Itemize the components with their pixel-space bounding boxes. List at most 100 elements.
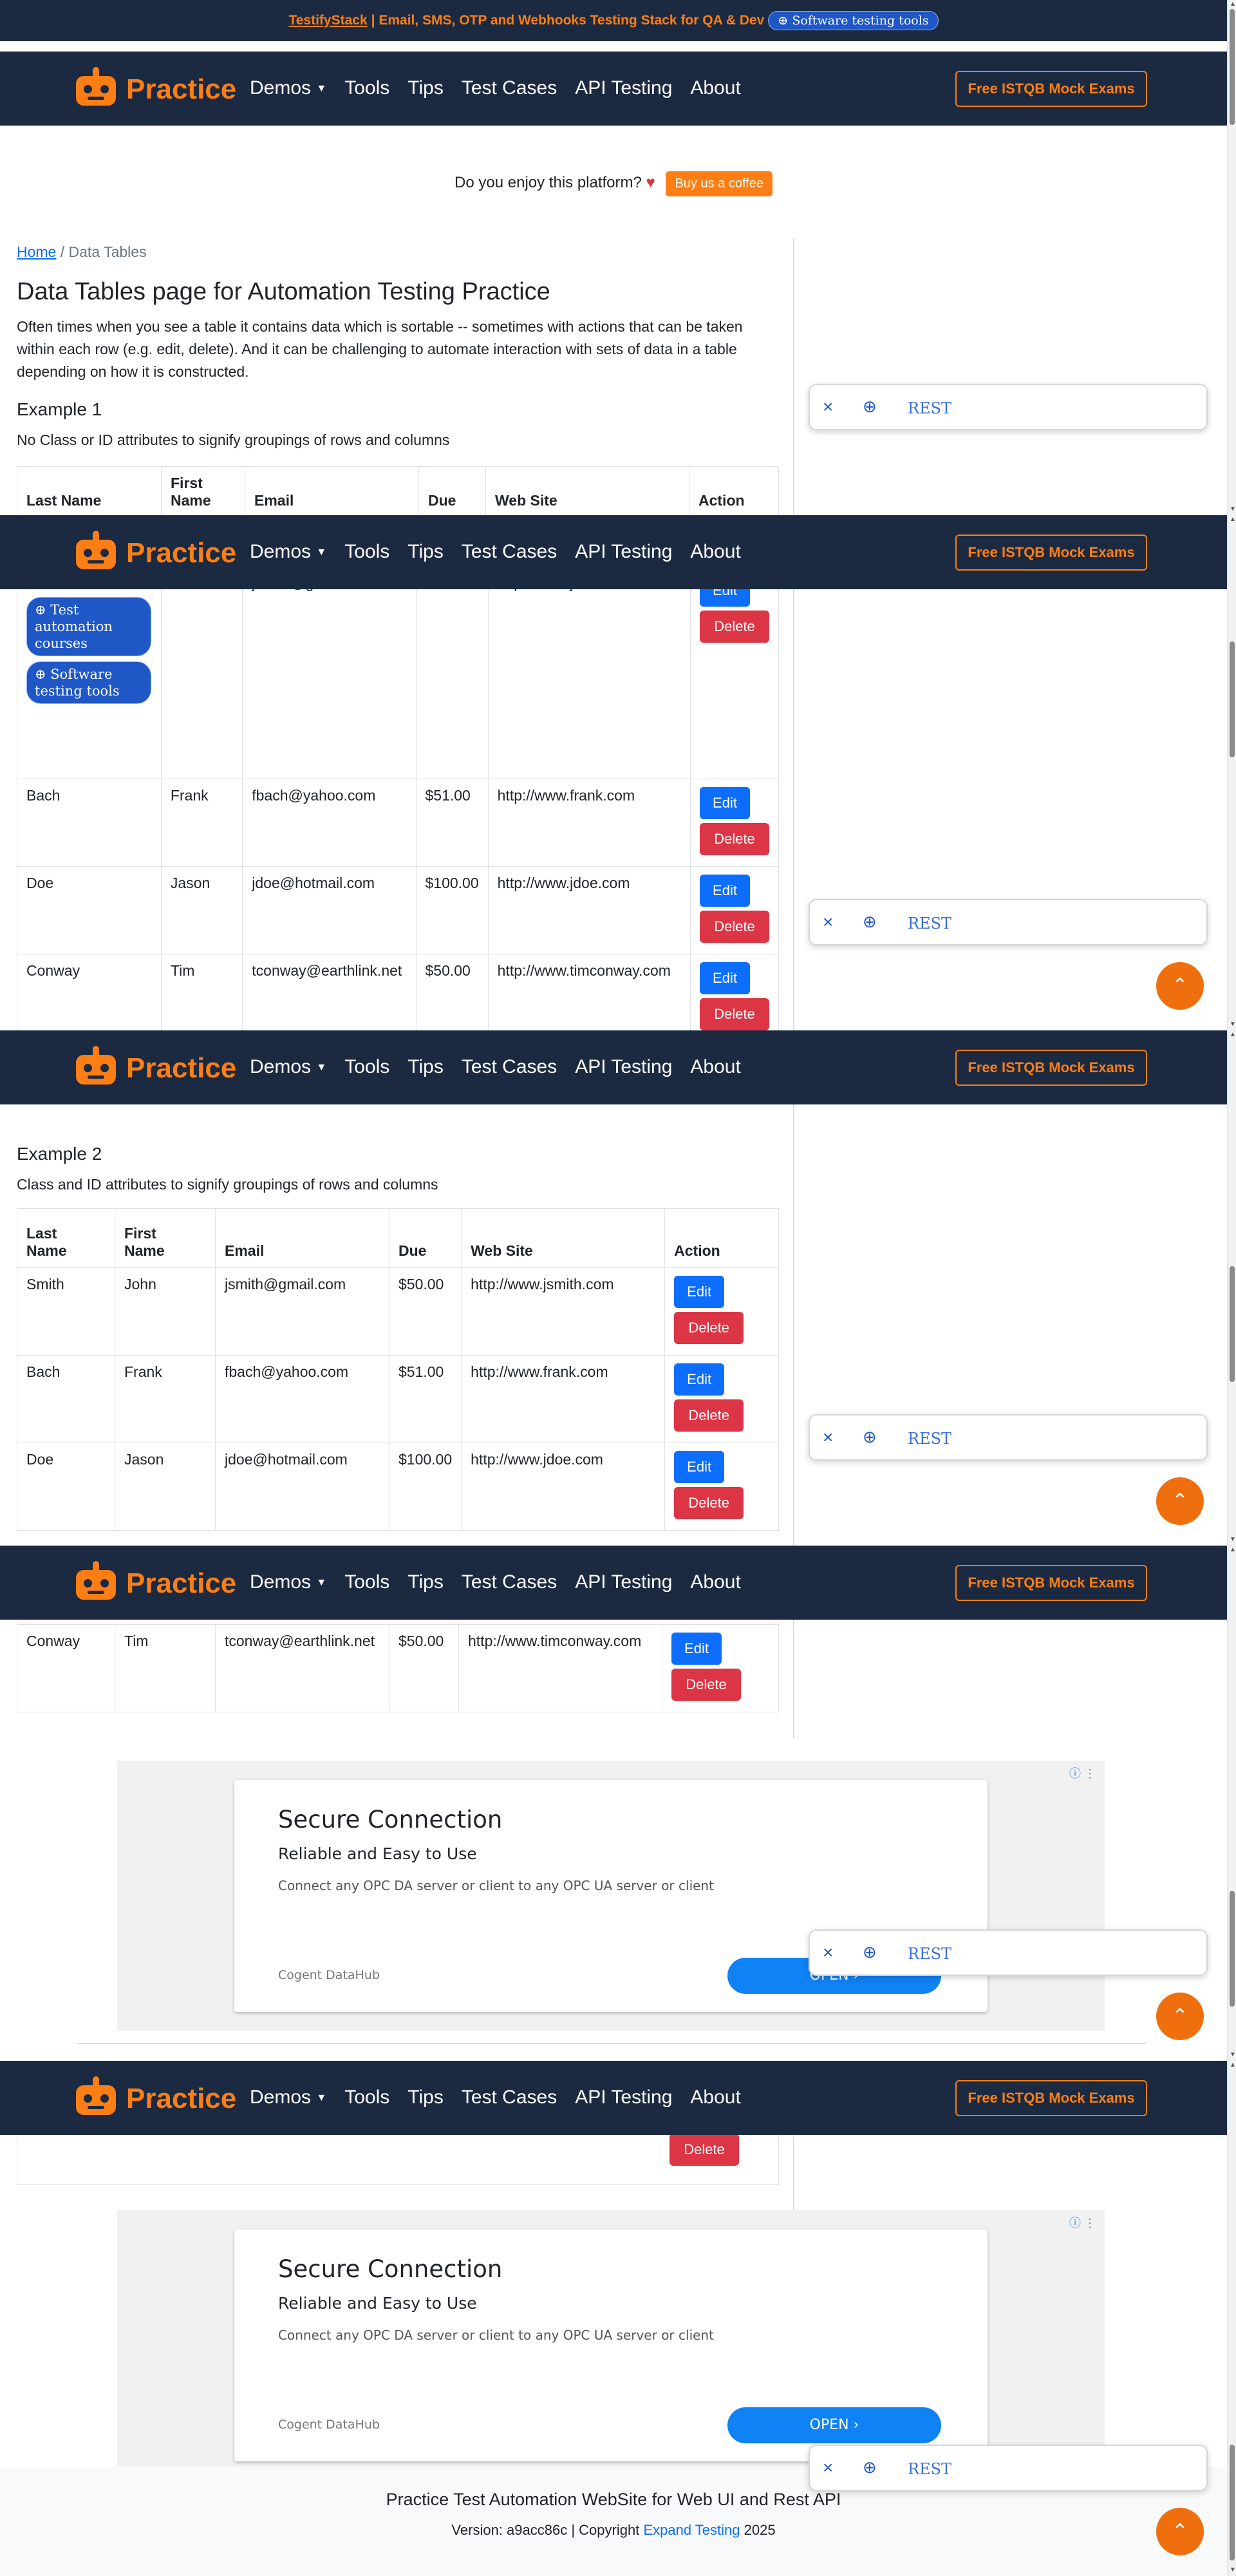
brand-name[interactable]: Practice bbox=[126, 1052, 236, 1084]
scroll-top-button[interactable]: ⌃ bbox=[1156, 1477, 1204, 1525]
nav-tips[interactable]: Tips bbox=[407, 541, 444, 563]
nav-about[interactable]: About bbox=[690, 541, 740, 563]
nav-api-testing[interactable]: API Testing bbox=[575, 77, 672, 99]
ad-card[interactable]: Secure Connection Reliable and Easy to U… bbox=[234, 1780, 988, 2012]
plus-icon[interactable]: ⊕ bbox=[863, 1942, 877, 1962]
plus-icon[interactable]: ⊕ bbox=[863, 1427, 877, 1447]
col-action[interactable]: Action bbox=[689, 466, 779, 515]
ad-card[interactable]: Secure Connection Reliable and Easy to U… bbox=[234, 2230, 988, 2461]
istqb-button[interactable]: Free ISTQB Mock Exams bbox=[955, 71, 1147, 107]
nav-test-cases[interactable]: Test Cases bbox=[462, 77, 557, 99]
edit-button[interactable]: Edit bbox=[700, 875, 750, 907]
delete-button[interactable]: Delete bbox=[700, 611, 769, 643]
edit-button[interactable]: Edit bbox=[671, 1633, 722, 1665]
brand-name[interactable]: Practice bbox=[126, 1567, 236, 1600]
nav-tips[interactable]: Tips bbox=[407, 2087, 444, 2108]
nav-tools[interactable]: Tools bbox=[344, 77, 389, 99]
nav-api-testing[interactable]: API Testing bbox=[575, 541, 672, 563]
scrollbar[interactable]: ▲ ▼ bbox=[1227, 1030, 1236, 1546]
delete-button[interactable]: Delete bbox=[700, 823, 769, 855]
ad-info-icon[interactable]: ⓘ ⋮ bbox=[1069, 1765, 1096, 1781]
scroll-top-button[interactable]: ⌃ bbox=[1156, 1993, 1204, 2040]
nav-api-testing[interactable]: API Testing bbox=[575, 1056, 672, 1078]
nav-tools[interactable]: Tools bbox=[344, 541, 389, 563]
testifystack-link[interactable]: TestifyStack bbox=[288, 13, 367, 28]
scrollbar[interactable]: ▲ ▼ bbox=[1227, 2061, 1236, 2576]
delete-button[interactable]: Delete bbox=[670, 2134, 739, 2166]
col-first-name[interactable]: First Name bbox=[161, 466, 245, 515]
software-tools-pill[interactable]: ⊕ Software testing tools bbox=[768, 11, 939, 30]
ad-open-button[interactable]: OPEN › bbox=[727, 2407, 941, 2443]
ad-info-icon[interactable]: ⓘ ⋮ bbox=[1069, 2214, 1096, 2231]
col-website[interactable]: Web Site bbox=[461, 1208, 666, 1268]
chat-widget[interactable]: × ⊕ REST bbox=[809, 1414, 1208, 1461]
nav-about[interactable]: About bbox=[690, 2087, 740, 2108]
nav-tools[interactable]: Tools bbox=[344, 1056, 389, 1078]
delete-button[interactable]: Delete bbox=[700, 998, 769, 1030]
istqb-button[interactable]: Free ISTQB Mock Exams bbox=[955, 1050, 1147, 1086]
edit-button[interactable]: Edit bbox=[700, 962, 750, 994]
chat-widget[interactable]: × ⊕ REST bbox=[809, 2445, 1208, 2491]
nav-demos[interactable]: Demos ▼ bbox=[250, 1056, 326, 1078]
robot-logo-icon[interactable] bbox=[73, 2076, 120, 2117]
delete-button[interactable]: Delete bbox=[671, 1669, 741, 1701]
edit-button[interactable]: Edit bbox=[700, 787, 750, 819]
nav-tools[interactable]: Tools bbox=[344, 1571, 389, 1593]
istqb-button[interactable]: Free ISTQB Mock Exams bbox=[955, 1565, 1147, 1601]
delete-button[interactable]: Delete bbox=[674, 1312, 744, 1344]
nav-about[interactable]: About bbox=[690, 77, 740, 99]
scroll-top-button[interactable]: ⌃ bbox=[1156, 962, 1204, 1010]
expand-testing-link[interactable]: Expand Testing bbox=[643, 2522, 740, 2538]
test-automation-courses-pill[interactable]: ⊕ Test automation courses bbox=[26, 597, 151, 656]
nav-test-cases[interactable]: Test Cases bbox=[462, 1571, 557, 1593]
nav-test-cases[interactable]: Test Cases bbox=[462, 1056, 557, 1078]
close-icon[interactable]: × bbox=[823, 1942, 833, 1963]
col-due[interactable]: Due bbox=[418, 466, 486, 515]
brand-name[interactable]: Practice bbox=[126, 73, 236, 106]
brand-name[interactable]: Practice bbox=[126, 537, 236, 569]
delete-button[interactable]: Delete bbox=[700, 911, 769, 943]
nav-api-testing[interactable]: API Testing bbox=[575, 1571, 672, 1593]
close-icon[interactable]: × bbox=[823, 1427, 833, 1448]
chat-widget[interactable]: × ⊕ REST bbox=[809, 1929, 1208, 1976]
col-email[interactable]: Email bbox=[215, 1208, 389, 1268]
plus-icon[interactable]: ⊕ bbox=[863, 2458, 877, 2477]
col-action[interactable]: Action bbox=[664, 1208, 779, 1268]
robot-logo-icon[interactable] bbox=[73, 1561, 120, 1602]
nav-api-testing[interactable]: API Testing bbox=[575, 2087, 672, 2108]
nav-test-cases[interactable]: Test Cases bbox=[462, 541, 557, 563]
breadcrumb-home[interactable]: Home bbox=[17, 243, 56, 260]
brand-name[interactable]: Practice bbox=[126, 2083, 236, 2115]
chat-widget[interactable]: × ⊕ REST bbox=[809, 899, 1208, 945]
col-last-name[interactable]: Last Name bbox=[17, 466, 162, 515]
edit-button[interactable]: Edit bbox=[674, 1276, 725, 1308]
nav-demos[interactable]: Demos ▼ bbox=[250, 1571, 326, 1593]
nav-tips[interactable]: Tips bbox=[407, 1056, 444, 1078]
col-email[interactable]: Email bbox=[245, 466, 419, 515]
istqb-button[interactable]: Free ISTQB Mock Exams bbox=[955, 2080, 1147, 2116]
plus-icon[interactable]: ⊕ bbox=[863, 397, 877, 417]
edit-button[interactable]: Edit bbox=[674, 1451, 725, 1483]
col-last-name[interactable]: Last Name bbox=[17, 1208, 115, 1268]
istqb-button[interactable]: Free ISTQB Mock Exams bbox=[955, 535, 1147, 571]
col-website[interactable]: Web Site bbox=[485, 466, 689, 515]
close-icon[interactable]: × bbox=[823, 912, 833, 933]
nav-demos[interactable]: Demos ▼ bbox=[250, 2087, 326, 2108]
robot-logo-icon[interactable] bbox=[73, 1046, 120, 1087]
nav-test-cases[interactable]: Test Cases bbox=[462, 2087, 557, 2108]
robot-logo-icon[interactable] bbox=[73, 67, 120, 108]
col-due[interactable]: Due bbox=[388, 1208, 462, 1268]
scrollbar[interactable]: ▲ ▼ bbox=[1227, 515, 1236, 1030]
software-testing-tools-pill[interactable]: ⊕ Software testing tools bbox=[26, 661, 151, 704]
plus-icon[interactable]: ⊕ bbox=[863, 912, 877, 932]
chat-widget[interactable]: × ⊕ REST bbox=[809, 384, 1208, 430]
nav-about[interactable]: About bbox=[690, 1056, 740, 1078]
nav-tools[interactable]: Tools bbox=[344, 2087, 389, 2108]
nav-demos[interactable]: Demos ▼ bbox=[250, 77, 326, 99]
coffee-button[interactable]: Buy us a coffee bbox=[666, 171, 772, 196]
edit-button[interactable]: Edit bbox=[674, 1363, 725, 1396]
close-icon[interactable]: × bbox=[823, 2458, 833, 2478]
nav-tips[interactable]: Tips bbox=[407, 77, 444, 99]
close-icon[interactable]: × bbox=[823, 397, 833, 417]
scrollbar[interactable]: ▲ ▼ bbox=[1227, 1546, 1236, 2061]
